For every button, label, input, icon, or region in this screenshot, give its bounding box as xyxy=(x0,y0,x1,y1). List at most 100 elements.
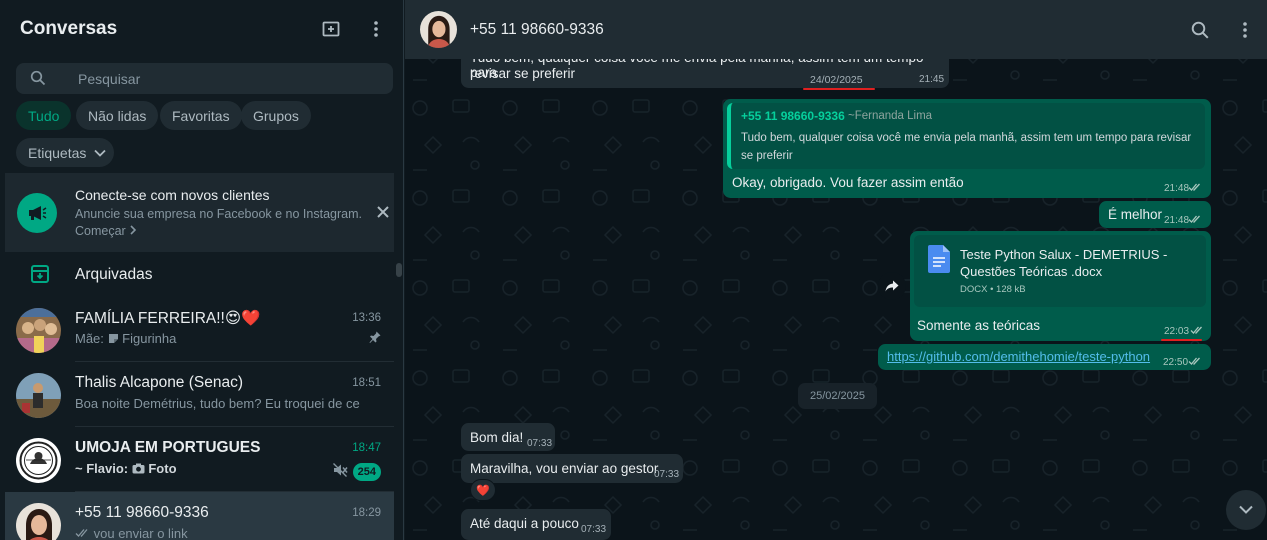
avatar xyxy=(16,373,61,418)
search-box[interactable] xyxy=(16,63,393,94)
double-check-icon xyxy=(1188,357,1200,365)
menu-icon[interactable] xyxy=(364,17,388,41)
document-icon xyxy=(928,245,950,276)
filter-chip-unread[interactable]: Não lidas xyxy=(76,101,159,130)
double-check-icon xyxy=(1188,215,1200,223)
document-attachment[interactable]: Teste Python Salux - DEMETRIUS - Questõe… xyxy=(914,235,1206,307)
chat-preview-text: vou enviar o link xyxy=(93,526,188,540)
heart-reaction-icon: ❤️ xyxy=(476,483,490,497)
promo-cta-link[interactable]: Começar xyxy=(75,224,137,238)
menu-icon[interactable] xyxy=(1233,18,1257,42)
sidebar-header: Conversas xyxy=(0,0,403,58)
archived-label: Arquivadas xyxy=(75,266,153,283)
chat-preview: Mãe: Figurinha xyxy=(75,331,360,346)
message-time: 07:33 xyxy=(581,524,607,535)
message-text: Somente as teóricas xyxy=(917,318,1041,333)
camera-icon xyxy=(132,461,145,476)
search-icon[interactable] xyxy=(1188,18,1212,42)
message-outgoing-link[interactable]: https://github.com/demithehomie/teste-py… xyxy=(878,344,1211,370)
message-text: Até daqui a pouco xyxy=(470,516,579,531)
message-time: 22:03 xyxy=(1164,326,1190,337)
chat-list-scrollbar[interactable] xyxy=(396,255,402,540)
message-text: É melhor xyxy=(1108,207,1163,222)
search-icon xyxy=(30,70,46,91)
promo-subtitle: Anuncie sua empresa no Facebook e no Ins… xyxy=(75,207,362,221)
message-incoming[interactable]: Bom dia! 07:33 xyxy=(461,423,555,451)
close-icon[interactable] xyxy=(373,202,393,222)
message-outgoing-reply[interactable]: +55 11 98660-9336 ~Fernanda Lima Tudo be… xyxy=(723,99,1211,198)
red-annotation-underline xyxy=(1161,339,1202,341)
chevron-down-icon xyxy=(1239,501,1253,519)
message-incoming[interactable]: Maravilha, vou enviar ao gestor 07:33 xyxy=(461,454,683,483)
chat-preview-sender: ~ Flavio: xyxy=(75,461,129,476)
message-incoming[interactable]: Até daqui a pouco 07:33 xyxy=(461,509,611,540)
archive-icon xyxy=(30,264,50,289)
filter-chip-labels[interactable]: Etiquetas xyxy=(16,138,115,167)
chat-item-thalis-alcapone[interactable]: Thalis Alcapone (Senac) 18:51 Boa noite … xyxy=(5,362,394,427)
new-chat-icon[interactable] xyxy=(320,17,344,41)
chat-name: FAMÍLIA FERREIRA!!😍❤️ xyxy=(75,310,261,327)
message-time: 22:50 xyxy=(1163,357,1189,368)
conversation-header[interactable]: +55 11 98660-9336 xyxy=(405,0,1267,59)
quoted-sender-alias: ~Fernanda Lima xyxy=(848,110,933,122)
chevron-down-icon xyxy=(94,149,107,157)
document-name: Teste Python Salux - DEMETRIUS - Questõe… xyxy=(960,247,1168,279)
archived-row[interactable]: Arquivadas xyxy=(5,252,394,297)
sidebar-title: Conversas xyxy=(20,18,118,39)
filter-chip-all[interactable]: Tudo xyxy=(16,101,72,130)
chat-time: 18:47 xyxy=(352,442,381,454)
chat-list-panel: Conversas Tudo Não lidas Favoritas Grupo… xyxy=(0,0,404,540)
chat-time: 18:51 xyxy=(352,377,381,389)
double-check-icon xyxy=(1188,183,1200,191)
chat-time: 18:29 xyxy=(352,507,381,519)
promo-cta-label: Começar xyxy=(75,224,126,238)
chat-item-umoja[interactable]: UMOJA EM PORTUGUES 18:47 ~ Flavio: Foto … xyxy=(5,427,394,492)
chevron-right-icon xyxy=(129,224,137,238)
filter-chip-labels-text: Etiquetas xyxy=(28,144,87,161)
message-outgoing-document[interactable]: Teste Python Salux - DEMETRIUS - Questõe… xyxy=(910,231,1211,341)
quoted-sender: +55 11 98660-9336 xyxy=(741,109,845,123)
unread-count-badge: 254 xyxy=(352,463,381,481)
quoted-message[interactable]: +55 11 98660-9336 ~Fernanda Lima Tudo be… xyxy=(727,103,1205,169)
megaphone-icon xyxy=(17,193,57,233)
sticker-icon xyxy=(108,331,119,346)
message-text: Okay, obrigado. Vou fazer assim então xyxy=(732,175,964,190)
message-time: 21:48 xyxy=(1164,183,1190,194)
chat-name: +55 11 98660-9336 xyxy=(75,504,209,521)
chat-item-55-11-98660-9336[interactable]: +55 11 98660-9336 18:29 vou enviar o lin… xyxy=(5,492,394,540)
message-link[interactable]: https://github.com/demithehomie/teste-py… xyxy=(887,349,1150,364)
message-time: 21:48 xyxy=(1164,215,1190,226)
message-outgoing[interactable]: É melhor 21:48 xyxy=(1099,201,1211,228)
avatar xyxy=(16,503,61,540)
chat-preview-text: Boa noite Demétrius, tudo bem? Eu troque… xyxy=(75,396,360,411)
chat-preview: ~ Flavio: Foto xyxy=(75,461,360,476)
filter-chip-favorites[interactable]: Favoritas xyxy=(160,101,242,130)
filter-chip-groups[interactable]: Grupos xyxy=(241,101,311,130)
contact-avatar[interactable] xyxy=(420,11,457,48)
double-check-icon xyxy=(1190,326,1202,334)
contact-name[interactable]: +55 11 98660-9336 xyxy=(470,21,604,39)
scrollbar-thumb[interactable] xyxy=(396,263,402,277)
search-input[interactable] xyxy=(78,63,378,94)
whatsapp-web-app: Conversas Tudo Não lidas Favoritas Grupo… xyxy=(0,0,1267,540)
document-meta: DOCX • 128 kB xyxy=(960,284,1026,295)
chat-preview-sender: Mãe: xyxy=(75,331,104,346)
avatar xyxy=(16,438,61,483)
message-time: 07:33 xyxy=(654,469,680,480)
business-promo-banner: Conecte-se com novos clientes Anuncie su… xyxy=(5,173,394,252)
chat-time: 13:36 xyxy=(352,312,381,324)
chat-item-familia-ferreira[interactable]: FAMÍLIA FERREIRA!!😍❤️ 13:36 Mãe: Figurin… xyxy=(5,297,394,362)
message-date-annotation: 24/02/2025 xyxy=(810,74,863,86)
message-reaction[interactable]: ❤️ xyxy=(470,479,496,501)
chat-preview: vou enviar o link xyxy=(75,526,360,540)
muted-icon xyxy=(333,463,348,482)
message-text: Bom dia! xyxy=(470,430,524,445)
double-check-icon xyxy=(75,526,90,540)
conversation-panel: +55 11 98660-9336 Tudo bem, qualquer coi… xyxy=(405,0,1267,540)
scroll-to-bottom-button[interactable] xyxy=(1226,490,1266,530)
message-text: Maravilha, vou enviar ao gestor xyxy=(470,461,659,476)
message-time: 07:33 xyxy=(527,438,553,449)
message-text-line: revisar se preferir xyxy=(470,66,576,81)
forward-icon[interactable] xyxy=(878,272,906,300)
quoted-text: Tudo bem, qualquer coisa você me envia p… xyxy=(741,132,1192,162)
